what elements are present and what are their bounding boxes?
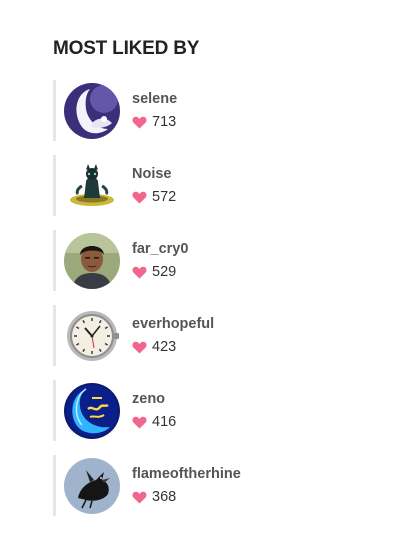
like-count: 529 [152, 263, 177, 280]
heart-icon [132, 491, 147, 504]
heart-icon [132, 116, 147, 129]
like-stat: 713 [132, 114, 177, 131]
username-link[interactable]: flameoftherhine [132, 466, 241, 483]
user-info: flameoftherhine 368 [132, 466, 241, 506]
user-info: Noise 572 [132, 166, 176, 206]
like-count: 713 [152, 113, 177, 130]
username-link[interactable]: Noise [132, 166, 176, 183]
figure-on-ufo-avatar-icon[interactable] [64, 157, 120, 214]
list-item[interactable]: zeno 416 [53, 380, 393, 441]
list-item[interactable]: selene 713 [53, 80, 393, 141]
like-stat: 416 [132, 414, 176, 431]
wristwatch-avatar-icon[interactable] [64, 307, 120, 364]
username-link[interactable]: zeno [132, 391, 176, 408]
like-count: 572 [152, 188, 177, 205]
crescent-moon-avatar-icon[interactable] [64, 82, 120, 139]
heart-icon [132, 191, 147, 204]
like-stat: 529 [132, 264, 188, 281]
username-link[interactable]: everhopeful [132, 316, 214, 333]
like-count: 416 [152, 413, 177, 430]
like-stat: 368 [132, 489, 241, 506]
like-count: 423 [152, 338, 177, 355]
user-info: zeno 416 [132, 391, 176, 431]
neon-moon-sign-avatar-icon[interactable] [64, 382, 120, 439]
list-item[interactable]: Noise 572 [53, 155, 393, 216]
user-info: everhopeful 423 [132, 316, 214, 356]
liker-list: selene 713 Noise 572 far_cry0 529 everho… [53, 80, 393, 516]
panel-title: MOST LIKED BY [53, 38, 200, 59]
list-item[interactable]: far_cry0 529 [53, 230, 393, 291]
like-count: 368 [152, 488, 177, 505]
heart-icon [132, 266, 147, 279]
heart-icon [132, 416, 147, 429]
most-liked-by-panel: MOST LIKED BY selene 713 Noise 572 far_c… [53, 38, 393, 530]
list-item[interactable]: flameoftherhine 368 [53, 455, 393, 516]
username-link[interactable]: selene [132, 91, 177, 108]
like-stat: 423 [132, 339, 214, 356]
user-info: selene 713 [132, 91, 177, 131]
list-item[interactable]: everhopeful 423 [53, 305, 393, 366]
like-stat: 572 [132, 189, 176, 206]
username-link[interactable]: far_cry0 [132, 241, 188, 258]
heart-icon [132, 341, 147, 354]
black-bird-avatar-icon[interactable] [64, 457, 120, 514]
person-photo-avatar-icon[interactable] [64, 232, 120, 289]
user-info: far_cry0 529 [132, 241, 188, 281]
